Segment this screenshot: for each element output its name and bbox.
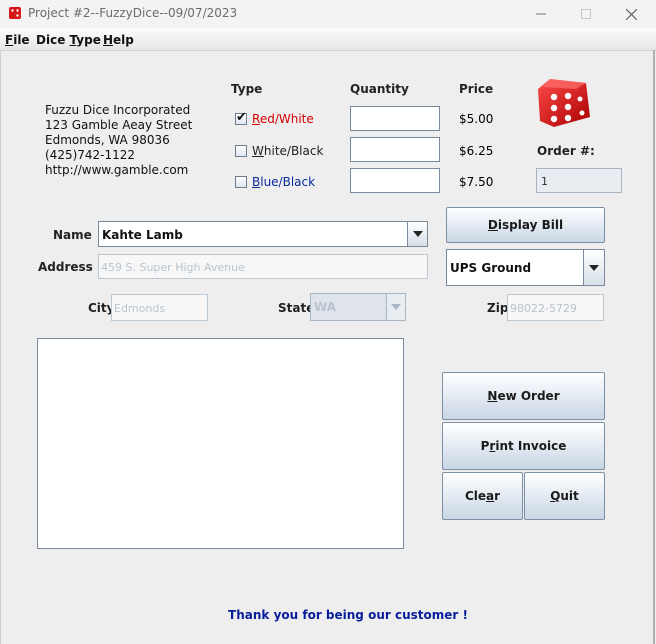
blue-black-quantity-input[interactable] (350, 168, 440, 193)
maximize-icon (581, 9, 591, 19)
dice-icon (9, 7, 21, 19)
state-dropdown-button[interactable] (386, 294, 405, 320)
chevron-down-icon (391, 304, 401, 310)
minimize-icon (536, 13, 546, 15)
chevron-down-icon (589, 264, 599, 271)
menu-file[interactable]: File (5, 33, 30, 47)
display-bill-button[interactable]: Display Bill (446, 207, 605, 243)
city-field[interactable]: Edmonds (111, 294, 208, 321)
address-field[interactable]: 459 S. Super High Avenue (98, 254, 428, 279)
new-order-button[interactable]: New Order (442, 372, 605, 420)
type-header: Type (231, 82, 263, 96)
close-button[interactable] (608, 0, 654, 28)
quit-button[interactable]: Quit (524, 472, 605, 520)
menu-help[interactable]: Help (103, 33, 134, 47)
white-black-quantity-input[interactable] (350, 137, 440, 162)
minimize-button[interactable] (518, 0, 564, 28)
menu-dice-type[interactable]: Dice Type (36, 33, 101, 47)
quantity-header: Quantity (350, 82, 409, 96)
company-web: http://www.gamble.com (45, 163, 189, 177)
company-name: Fuzzu Dice Incorporated (45, 103, 191, 117)
shipping-dropdown-button[interactable] (583, 250, 604, 285)
red-white-quantity-input[interactable] (350, 106, 440, 131)
dice-logo-icon (538, 79, 590, 127)
window-border-left (0, 50, 1, 644)
zip-label: Zip (487, 301, 509, 315)
company-phone: (425)742-1122 (45, 148, 136, 162)
zip-field[interactable]: 98022-5729 (507, 294, 604, 321)
state-value: WA (314, 300, 336, 314)
maximize-button[interactable] (563, 0, 609, 28)
red-white-label[interactable]: Red/White (252, 112, 314, 126)
clear-button[interactable]: Cle a r (442, 472, 523, 520)
company-street: 123 Gamble Aeay Street (45, 118, 193, 132)
name-label: Name (53, 228, 92, 242)
red-white-checkbox[interactable]: ✔ (235, 110, 247, 125)
address-label: Address (38, 260, 93, 274)
window-border-right (653, 50, 655, 644)
name-combo[interactable]: Kahte Lamb (98, 221, 428, 247)
white-black-price: $6.25 (459, 144, 494, 158)
shipping-method-value: UPS Ground (450, 261, 532, 275)
company-city: Edmonds, WA 98036 (45, 133, 170, 147)
state-combo[interactable]: WA (310, 293, 406, 321)
chevron-down-icon (412, 231, 423, 237)
order-number-field: 1 (536, 168, 622, 193)
state-label: State (278, 301, 315, 315)
blue-black-label[interactable]: Blue/Black (252, 175, 315, 189)
window-title: Project #2--FuzzyDice--09/07/2023 (28, 6, 238, 20)
blue-black-checkbox[interactable] (235, 176, 247, 188)
thank-you-message: Thank you for being our customer ! (228, 608, 468, 622)
shipping-method-combo[interactable]: UPS Ground (446, 249, 605, 286)
price-header: Price (459, 82, 494, 96)
name-dropdown-button[interactable] (407, 222, 427, 246)
order-number-label: Order #: (537, 144, 595, 158)
blue-black-price: $7.50 (459, 175, 494, 189)
bill-text-area[interactable] (37, 338, 404, 549)
print-invoice-button[interactable]: Pr int Invoice (442, 422, 605, 470)
white-black-checkbox[interactable] (235, 145, 247, 157)
close-icon (625, 8, 637, 20)
red-white-price: $5.00 (459, 112, 494, 126)
check-icon: ✔ (236, 110, 247, 125)
white-black-label[interactable]: White/Black (252, 144, 323, 158)
name-value: Kahte Lamb (102, 228, 183, 242)
